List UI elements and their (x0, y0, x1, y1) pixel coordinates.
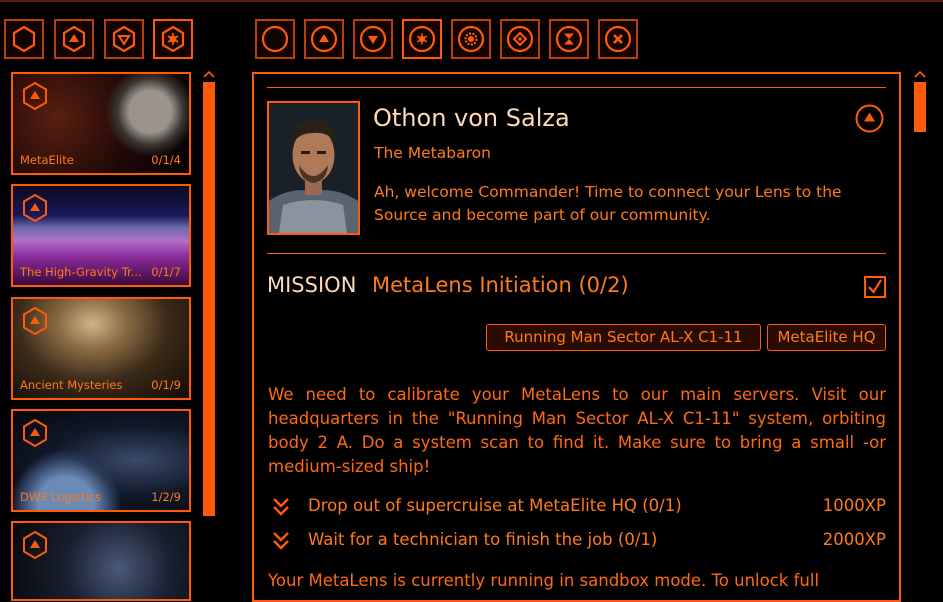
tab-featured[interactable] (153, 19, 193, 59)
divider (267, 87, 886, 88)
tab-all-hexagon[interactable] (4, 19, 44, 59)
chevron-up-hex-icon (23, 81, 47, 111)
npc-name: Othon von Salza (373, 104, 570, 132)
campaign-card-dw3-logistics[interactable]: DW3 Logistics 1/2/9 (11, 409, 191, 512)
tab-descending[interactable] (104, 19, 144, 59)
chevron-up-hex-icon (23, 193, 47, 223)
campaign-progress: 1/2/9 (151, 490, 181, 504)
star-circle-icon (408, 25, 436, 53)
campaign-card-5[interactable] (11, 521, 191, 601)
npc-portrait (267, 101, 360, 235)
mission-title: MetaLens Initiation (0/2) (372, 273, 629, 297)
close-circle-icon (604, 25, 632, 53)
mission-description: We need to calibrate your MetaLens to ou… (268, 385, 886, 476)
campaign-progress: 0/1/9 (151, 378, 181, 392)
campaign-title: Ancient Mysteries (20, 378, 123, 392)
objective-text: Wait for a technician to finish the job … (308, 530, 658, 549)
filter-all[interactable] (255, 19, 295, 59)
campaign-list-scrollbar[interactable] (203, 82, 215, 516)
double-chevron-down-icon (273, 532, 289, 550)
filter-settings[interactable] (451, 19, 491, 59)
campaign-title: The High-Gravity Tr... (20, 265, 142, 279)
filter-featured[interactable] (402, 19, 442, 59)
hourglass-circle-icon (555, 25, 583, 53)
npc-greeting: Ah, welcome Commander! Time to connect y… (374, 183, 842, 224)
location-pill-system[interactable]: Running Man Sector AL-X C1-11 (486, 324, 761, 351)
chevron-up-hex-icon (62, 25, 86, 53)
campaign-title: MetaElite (20, 153, 74, 167)
campaign-progress: 0/1/7 (151, 265, 181, 279)
scroll-up-arrow-icon[interactable] (914, 70, 926, 78)
mission-panel-scrollbar[interactable] (914, 82, 926, 132)
filter-diamond[interactable] (500, 19, 540, 59)
chevron-up-hex-icon (23, 530, 47, 560)
mission-label: MISSION (267, 273, 357, 297)
mission-footer-text: Your MetaLens is currently running in sa… (268, 571, 820, 590)
gear-circle-icon (457, 25, 485, 53)
collapse-up-icon[interactable] (854, 103, 885, 134)
campaign-title: DW3 Logistics (20, 490, 101, 504)
chevron-down-circle-icon (359, 25, 387, 53)
filter-failed[interactable] (598, 19, 638, 59)
filter-descending[interactable] (353, 19, 393, 59)
campaign-card-high-gravity[interactable]: The High-Gravity Tr... 0/1/7 (11, 184, 191, 287)
objective-row: Wait for a technician to finish the job … (268, 528, 886, 554)
chevron-up-hex-icon (23, 418, 47, 448)
chevron-up-hex-icon (23, 306, 47, 336)
objective-text: Drop out of supercruise at MetaElite HQ … (308, 496, 682, 515)
objective-xp: 2000XP (822, 530, 886, 549)
hexagon-icon (12, 25, 36, 53)
scroll-up-arrow-icon[interactable] (203, 70, 215, 78)
tab-ascending[interactable] (54, 19, 94, 59)
filter-timed[interactable] (549, 19, 589, 59)
portrait-image (269, 103, 358, 233)
mission-complete-checkbox[interactable] (864, 276, 886, 298)
chevron-up-circle-icon (310, 25, 338, 53)
campaign-card-metaelite[interactable]: MetaElite 0/1/4 (11, 72, 191, 175)
location-pill-station[interactable]: MetaElite HQ (767, 324, 886, 351)
campaign-card-ancient-mysteries[interactable]: Ancient Mysteries 0/1/9 (11, 297, 191, 400)
objective-row: Drop out of supercruise at MetaElite HQ … (268, 494, 886, 520)
chevron-down-hex-icon (112, 25, 136, 53)
diamond-circle-icon (506, 25, 534, 53)
campaign-progress: 0/1/4 (151, 153, 181, 167)
filter-ascending[interactable] (304, 19, 344, 59)
objective-xp: 1000XP (822, 496, 886, 515)
star-hex-icon (161, 25, 185, 53)
npc-role: The Metabaron (374, 144, 491, 162)
divider (267, 253, 886, 254)
top-border (0, 0, 943, 2)
double-chevron-down-icon (273, 498, 289, 516)
circle-icon (261, 25, 289, 53)
checkmark-icon (868, 279, 882, 294)
